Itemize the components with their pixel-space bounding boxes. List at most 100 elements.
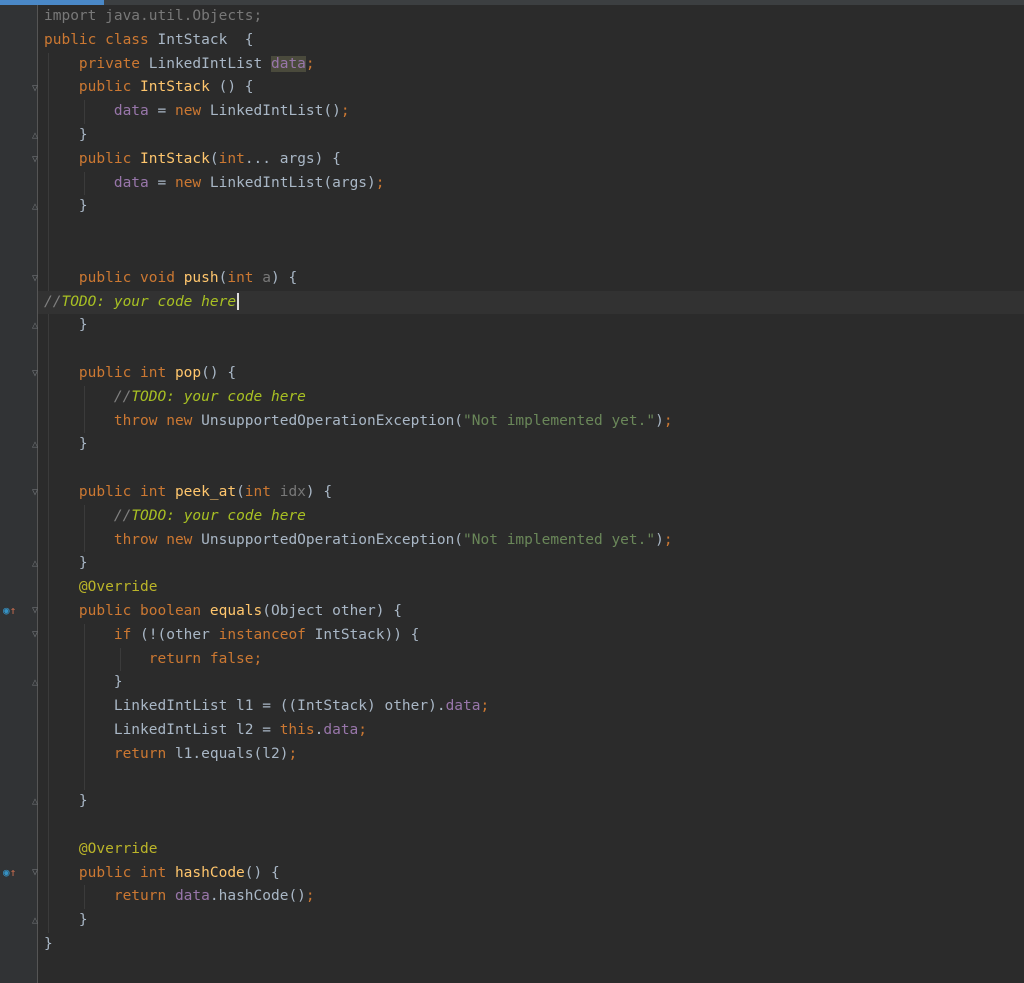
code-line-20 <box>44 457 1024 481</box>
fold-start-icon[interactable]: ▽ <box>30 84 40 94</box>
code-token: return <box>44 888 175 905</box>
code-token: LinkedIntList l2 = <box>44 721 280 738</box>
todo-comment: TODO: your code here <box>131 507 306 524</box>
code-line-3: private LinkedIntList data; <box>44 52 1024 77</box>
code-token: data <box>113 174 149 191</box>
code-line-25: @Override <box>44 576 1024 600</box>
string-literal: "Not implemented yet." <box>463 531 656 548</box>
code-token: l1.equals(l2) <box>174 745 289 762</box>
field-data-highlighted[interactable]: data <box>270 55 306 72</box>
code-line-5: data = new LinkedIntList(); <box>44 100 1024 124</box>
code-line-39: } <box>44 909 1024 934</box>
code-token: // <box>44 388 132 405</box>
fold-end-icon[interactable]: △ <box>30 131 40 141</box>
code-token: IntStack <box>140 150 210 167</box>
code-token: hashCode <box>174 864 245 881</box>
code-token: ... args) { <box>244 150 341 167</box>
fold-start-icon[interactable]: ▽ <box>30 369 40 379</box>
code-token: ; <box>663 412 673 429</box>
code-token: equals <box>209 602 263 619</box>
code-token: ; <box>480 698 490 715</box>
code-line-15 <box>44 338 1024 362</box>
code-token: ) <box>655 412 664 429</box>
code-token: // <box>44 507 132 524</box>
fold-start-icon[interactable]: ▽ <box>30 606 40 616</box>
code-line-14: } <box>44 314 1024 339</box>
annotation: @Override <box>44 579 158 596</box>
code-token: = <box>148 174 175 191</box>
code-editor[interactable]: import java.util.Objects; public class I… <box>44 5 1024 957</box>
code-line-26: public boolean equals(Object other) { <box>44 599 1024 624</box>
code-token: public <box>44 79 141 96</box>
code-token: LinkedIntList <box>148 55 271 72</box>
code-token: pop <box>174 364 202 381</box>
code-token: ; <box>375 174 385 191</box>
fold-end-icon[interactable]: △ <box>30 202 40 212</box>
code-token: ) { <box>271 269 298 286</box>
fold-start-icon[interactable]: ▽ <box>30 488 40 498</box>
code-token: } <box>44 436 88 453</box>
code-line-27: if (!(other instanceof IntStack)) { <box>44 623 1024 648</box>
code-token: return <box>44 745 175 762</box>
code-token: (Object other) { <box>262 602 402 619</box>
code-token: } <box>44 912 88 929</box>
code-token: () { <box>244 864 280 881</box>
code-token: UnsupportedOperationException( <box>201 531 464 548</box>
fold-start-icon[interactable]: ▽ <box>30 630 40 640</box>
code-token: new <box>174 103 210 120</box>
todo-comment: TODO: your code here <box>61 293 237 310</box>
code-token: ) <box>655 531 664 548</box>
import-statement: import java.util.Objects; <box>44 8 263 24</box>
fold-start-icon[interactable]: ▽ <box>30 155 40 165</box>
code-token: ; <box>340 103 350 120</box>
fold-start-icon[interactable]: ▽ <box>30 274 40 284</box>
code-line-10 <box>44 219 1024 243</box>
code-token: } <box>44 317 88 334</box>
code-line-33 <box>44 766 1024 791</box>
code-token: int <box>227 269 263 286</box>
code-token: () { <box>209 79 254 96</box>
code-line-37: public int hashCode() { <box>44 861 1024 886</box>
code-token: public <box>44 150 141 167</box>
code-line-30: LinkedIntList l1 = ((IntStack) other).da… <box>44 695 1024 719</box>
code-token: () { <box>201 364 237 381</box>
implement-override-icon[interactable]: ◉↑ <box>3 605 17 617</box>
code-line-1: import java.util.Objects; <box>44 5 1024 29</box>
fold-end-icon[interactable]: △ <box>30 678 40 688</box>
code-line-4: public IntStack () { <box>44 76 1024 101</box>
code-line-40: } <box>44 933 1024 957</box>
string-literal: "Not implemented yet." <box>463 412 656 429</box>
code-token: ( <box>236 483 245 500</box>
code-token: } <box>44 198 88 215</box>
fold-start-icon[interactable]: ▽ <box>30 868 40 878</box>
code-token: = <box>148 103 175 120</box>
code-token: ; <box>358 721 368 738</box>
fold-end-icon[interactable]: △ <box>30 321 40 331</box>
code-token: ) { <box>305 483 333 500</box>
code-token: // <box>44 293 62 310</box>
code-token: data <box>445 698 481 715</box>
code-line-7: public IntStack(int... args) { <box>44 147 1024 172</box>
fold-end-icon[interactable]: △ <box>30 440 40 450</box>
code-token: IntStack <box>140 79 210 96</box>
code-line-32: return l1.equals(l2); <box>44 742 1024 767</box>
code-token: IntStack)) { <box>314 626 420 643</box>
code-token: throw new <box>44 531 202 548</box>
fold-end-icon[interactable]: △ <box>30 559 40 569</box>
code-line-12: public void push(int a) { <box>44 266 1024 291</box>
fold-end-icon[interactable]: △ <box>30 916 40 926</box>
code-token: LinkedIntList() <box>209 103 341 120</box>
fold-end-icon[interactable]: △ <box>30 797 40 807</box>
code-token: instanceof <box>218 626 315 643</box>
code-line-24: } <box>44 552 1024 577</box>
code-token: .hashCode() <box>209 888 306 905</box>
code-token: public int <box>44 364 175 381</box>
code-token: ; <box>305 888 315 905</box>
code-token: } <box>44 555 88 572</box>
code-token: push <box>183 269 219 286</box>
code-token: data <box>174 888 210 905</box>
code-line-13-current[interactable]: //TODO: your code here <box>44 291 1024 315</box>
implement-override-icon[interactable]: ◉↑ <box>3 867 17 879</box>
